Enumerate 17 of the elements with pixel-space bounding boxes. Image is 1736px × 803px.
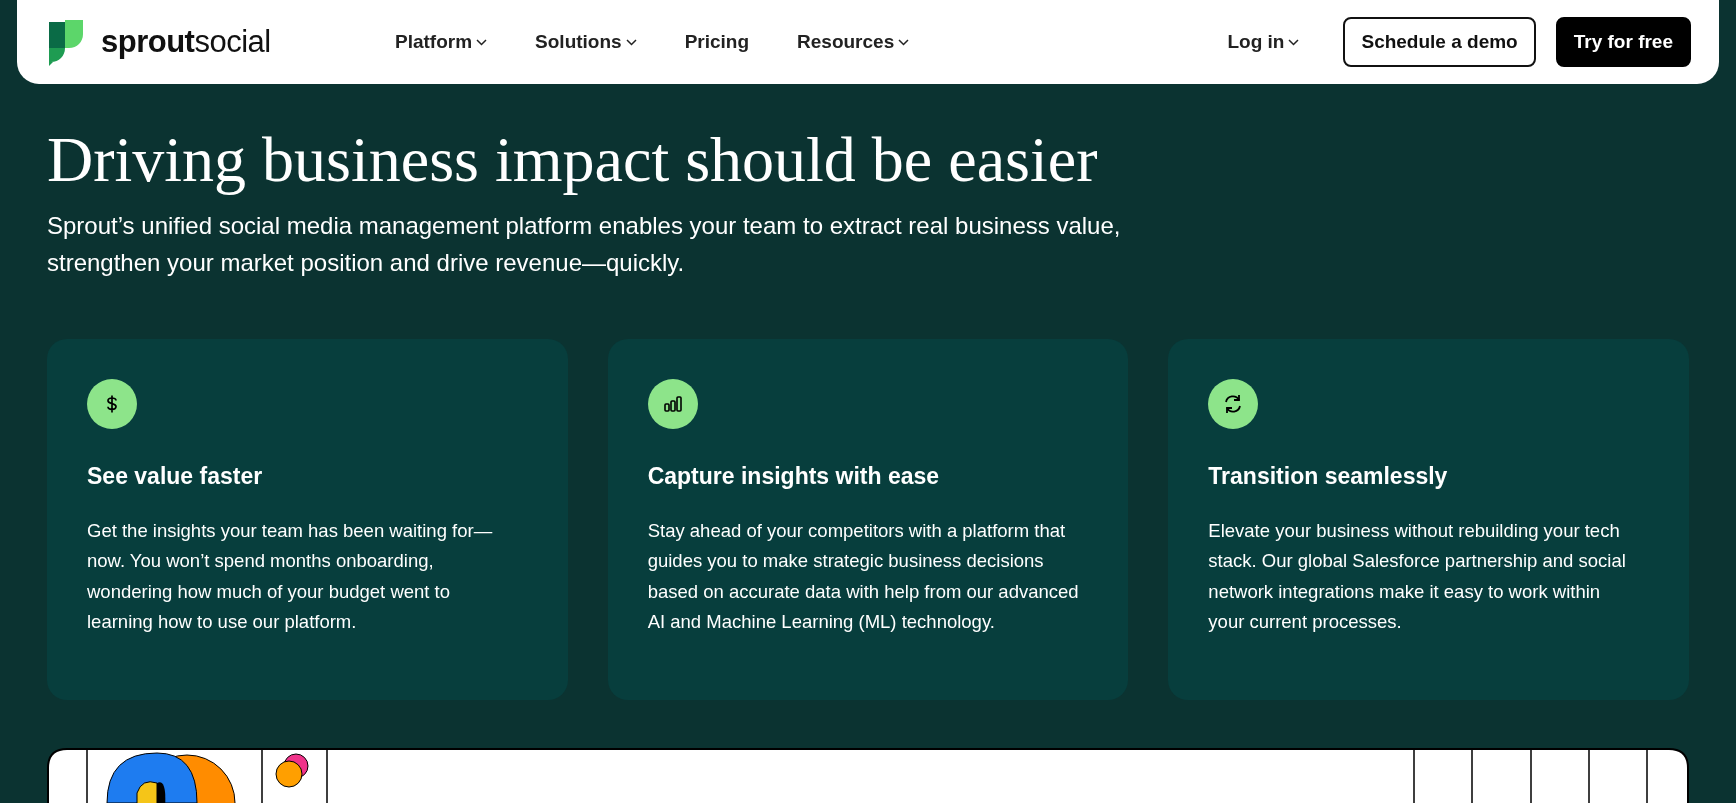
card-text: Elevate your business without rebuilding your tech stack. Our global Salesforce partnership and social network integrations make it easy to work within your current processes. <box>1208 518 1627 635</box>
card-title: Capture insights with ease <box>647 462 941 492</box>
demo-button[interactable]: Schedule a demo <box>1343 16 1536 68</box>
dollar-icon <box>87 379 137 430</box>
nav-link[interactable]: Pricing <box>684 27 750 57</box>
card-text: Get the insights your team has been waiting for—now. You won’t spend months onboarding, wondering how much of your budget went to learning how to use our platform. <box>87 518 494 635</box>
hero-heading: Driving business impact should be easier <box>47 123 1099 197</box>
signup-button[interactable]: Try for free <box>1555 16 1691 68</box>
nav-link[interactable]: Solutions <box>535 27 637 57</box>
card-text: Stay ahead of your competitors with a platform that guides you to make strategic business decisions based on accurate data with help from our advanced AI and Machine Learning (ML) technology. <box>647 518 1080 635</box>
nav-link[interactable]: Platform <box>395 27 488 57</box>
hero-subtitle: Sprout’s unified social media management platform enables your team to extract real business value, strengthen your market position and drive revenue—quickly. <box>47 210 1122 278</box>
card-title: Transition seamlessly <box>1208 462 1449 492</box>
logo-wordmark[interactable]: sproutsocial <box>101 18 271 66</box>
nav-link[interactable]: Resources <box>797 27 910 57</box>
login-link[interactable]: Log in <box>1227 27 1300 57</box>
card-title: See value faster <box>87 462 264 492</box>
